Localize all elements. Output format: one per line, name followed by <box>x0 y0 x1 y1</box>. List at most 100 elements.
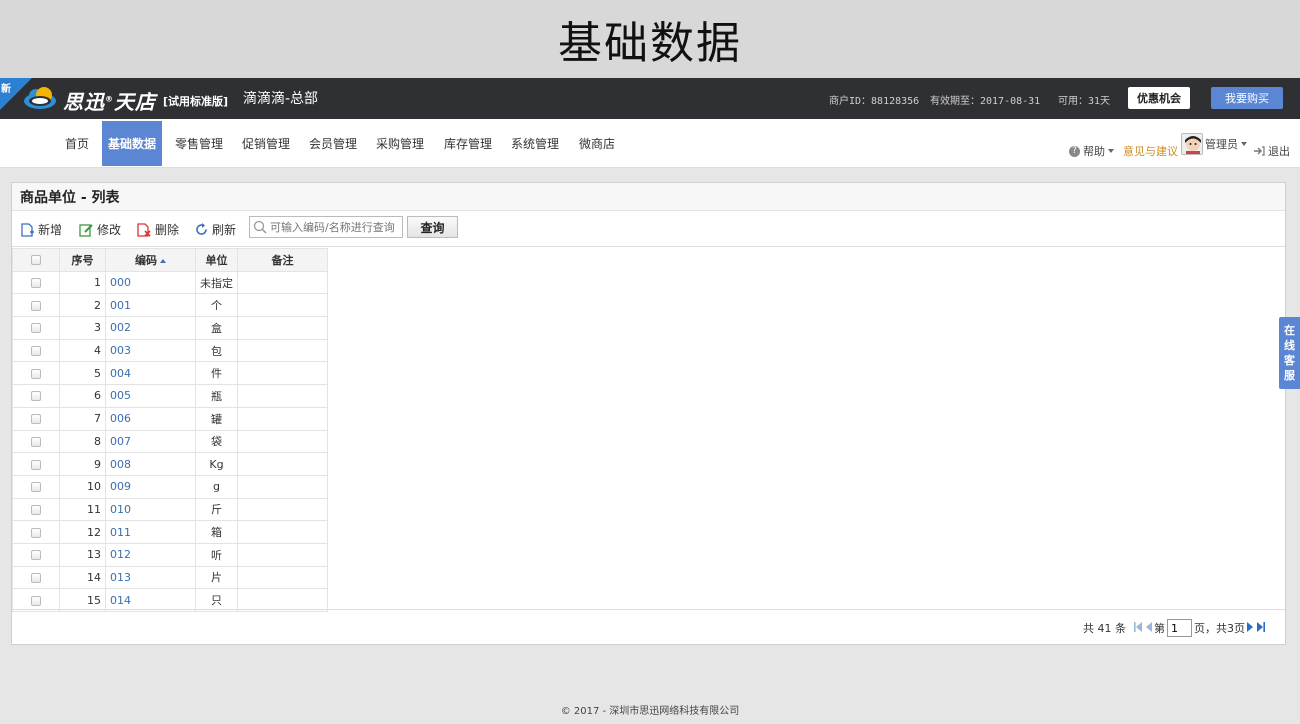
row-checkbox[interactable] <box>12 361 60 386</box>
nav-retail[interactable]: 零售管理 <box>170 119 228 168</box>
edition-label: [试用标准版] <box>163 95 229 108</box>
row-unit: 听 <box>195 542 238 567</box>
row-checkbox[interactable] <box>12 452 60 476</box>
logout-link[interactable]: 退出 <box>1253 143 1290 159</box>
top-bar: 新 思迅®天店 [试用标准版] 滴滴滴-总部 商户ID：88128356 有效期… <box>0 78 1300 119</box>
column-header-no[interactable]: 序号 <box>59 248 106 272</box>
row-code-link[interactable]: 011 <box>105 520 196 544</box>
offer-button[interactable]: 优惠机会 <box>1128 87 1190 109</box>
row-checkbox[interactable] <box>12 542 60 567</box>
row-checkbox[interactable] <box>12 270 60 295</box>
row-checkbox[interactable] <box>12 474 60 499</box>
row-unit: 罐 <box>195 406 238 431</box>
row-number: 14 <box>59 565 106 590</box>
row-number: 6 <box>59 384 106 408</box>
nav-member[interactable]: 会员管理 <box>304 119 362 168</box>
table-row[interactable]: 9 008 Kg <box>12 452 328 476</box>
table-row[interactable]: 13 012 听 <box>12 542 328 567</box>
table-row[interactable]: 2 001 个 <box>12 293 328 318</box>
page-number-input[interactable] <box>1167 619 1192 637</box>
nav-basic-data[interactable]: 基础数据 <box>102 121 162 166</box>
column-header-note[interactable]: 备注 <box>237 248 328 272</box>
merchant-id: 商户ID：88128356 <box>829 96 920 107</box>
row-code-link[interactable]: 002 <box>105 316 196 340</box>
table-row[interactable]: 8 007 袋 <box>12 429 328 454</box>
row-number: 2 <box>59 293 106 318</box>
search-input[interactable] <box>270 220 402 234</box>
delete-button[interactable]: 删除 <box>137 221 179 238</box>
table-header-row: 序号 编码 单位 备注 <box>12 248 328 272</box>
row-checkbox[interactable] <box>12 429 60 454</box>
refresh-button[interactable]: 刷新 <box>195 221 236 238</box>
chevron-down-icon <box>1108 149 1114 153</box>
chevron-down-icon <box>1241 142 1247 146</box>
table-row[interactable]: 6 005 瓶 <box>12 384 328 408</box>
first-page-icon[interactable] <box>1134 621 1142 635</box>
nav-promotion[interactable]: 促销管理 <box>237 119 295 168</box>
query-button[interactable]: 查询 <box>407 216 458 238</box>
row-code-link[interactable]: 012 <box>105 542 196 567</box>
row-checkbox[interactable] <box>12 406 60 431</box>
table-row[interactable]: 10 009 g <box>12 474 328 499</box>
nav-purchase[interactable]: 采购管理 <box>371 119 429 168</box>
logout-label: 退出 <box>1268 145 1290 158</box>
row-unit: 包 <box>195 338 238 363</box>
nav-wechat-store[interactable]: 微商店 <box>574 119 620 168</box>
prev-page-icon[interactable] <box>1146 621 1152 635</box>
row-checkbox[interactable] <box>12 293 60 318</box>
row-code-link[interactable]: 003 <box>105 338 196 363</box>
row-code-link[interactable]: 010 <box>105 497 196 522</box>
new-badge-text: 新 <box>1 84 11 95</box>
row-number: 3 <box>59 316 106 340</box>
nav-home[interactable]: 首页 <box>56 119 98 168</box>
row-checkbox[interactable] <box>12 565 60 590</box>
table-row[interactable]: 3 002 盒 <box>12 316 328 340</box>
feedback-link[interactable]: 意见与建议 <box>1123 143 1178 159</box>
online-service-tab[interactable]: 在 线 客 服 <box>1279 317 1300 389</box>
brand-logo: 思迅®天店 <box>63 90 156 114</box>
row-code-link[interactable]: 005 <box>105 384 196 408</box>
row-number: 4 <box>59 338 106 363</box>
row-code-link[interactable]: 007 <box>105 429 196 454</box>
row-note <box>237 316 328 340</box>
column-header-code[interactable]: 编码 <box>105 248 196 272</box>
last-page-icon[interactable] <box>1257 621 1265 635</box>
table-row[interactable]: 11 010 斤 <box>12 497 328 522</box>
table-row[interactable]: 7 006 罐 <box>12 406 328 431</box>
row-checkbox[interactable] <box>12 338 60 363</box>
edit-icon <box>79 223 93 237</box>
next-page-icon[interactable] <box>1247 621 1253 635</box>
cloud-logo-icon <box>24 87 56 109</box>
edit-button[interactable]: 修改 <box>79 221 121 238</box>
add-button[interactable]: 新增 <box>21 221 62 238</box>
row-code-link[interactable]: 013 <box>105 565 196 590</box>
row-checkbox[interactable] <box>12 520 60 544</box>
row-code-link[interactable]: 008 <box>105 452 196 476</box>
row-checkbox[interactable] <box>12 384 60 408</box>
row-code-link[interactable]: 000 <box>105 270 196 295</box>
toolbar: 新增 修改 删除 刷新 可输入编码/名称进行查询 查询 <box>12 211 1285 247</box>
column-header-unit[interactable]: 单位 <box>195 248 238 272</box>
delete-icon <box>137 222 151 237</box>
row-code-link[interactable]: 009 <box>105 474 196 499</box>
search-field[interactable] <box>249 216 403 238</box>
table-row[interactable]: 12 011 箱 <box>12 520 328 544</box>
row-code-link[interactable]: 006 <box>105 406 196 431</box>
table-row[interactable]: 5 004 件 <box>12 361 328 386</box>
row-code-link[interactable]: 001 <box>105 293 196 318</box>
unit-table: 序号 编码 单位 备注 1 000 未指定 2 001 个 3 002 盒 4 003 包 5 004 件 6… <box>12 248 328 612</box>
table-row[interactable]: 4 003 包 <box>12 338 328 363</box>
user-menu[interactable]: 管理员 <box>1181 133 1247 155</box>
select-all-checkbox[interactable] <box>12 248 60 272</box>
buy-button[interactable]: 我要购买 <box>1211 87 1283 109</box>
table-row[interactable]: 1 000 未指定 <box>12 270 328 295</box>
row-checkbox[interactable] <box>12 497 60 522</box>
table-row[interactable]: 14 013 片 <box>12 565 328 590</box>
help-menu[interactable]: ? 帮助 <box>1069 143 1114 159</box>
row-code-link[interactable]: 004 <box>105 361 196 386</box>
row-unit: 未指定 <box>195 270 238 295</box>
nav-system[interactable]: 系统管理 <box>506 119 564 168</box>
row-checkbox[interactable] <box>12 316 60 340</box>
row-note <box>237 452 328 476</box>
nav-inventory[interactable]: 库存管理 <box>439 119 497 168</box>
